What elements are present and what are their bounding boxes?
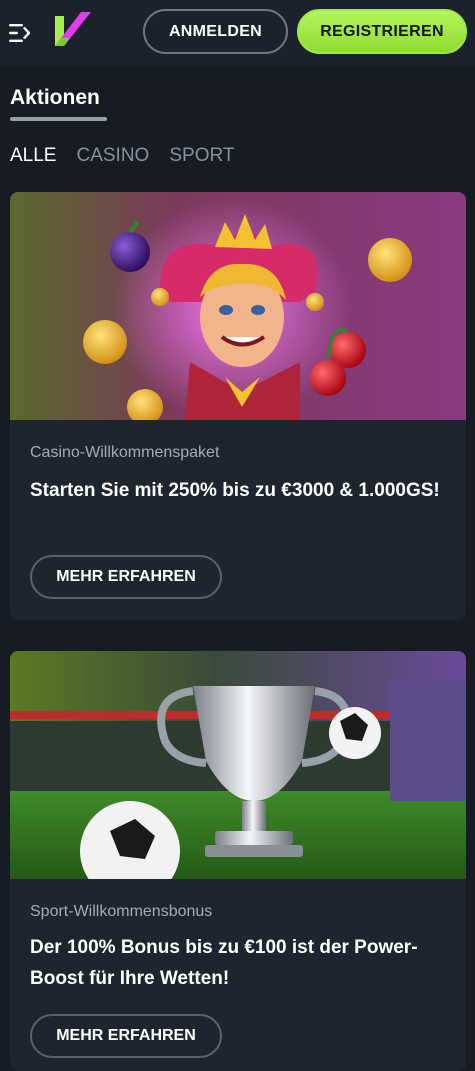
promotion-card-sport: Sport-Willkommensbonus Der 100% Bonus bi…: [10, 651, 466, 1071]
page-title: Aktionen: [10, 86, 100, 109]
brand-logo-icon[interactable]: [51, 10, 93, 52]
more-info-button[interactable]: MEHR ERFAHREN: [30, 1014, 222, 1058]
tab-alle[interactable]: ALLE: [10, 145, 56, 167]
tab-casino[interactable]: CASINO: [76, 145, 149, 167]
collapse-menu-icon[interactable]: [8, 20, 34, 46]
more-info-button[interactable]: MEHR ERFAHREN: [30, 555, 222, 599]
title-underline: [10, 117, 107, 121]
promotion-subtitle: Sport-Willkommensbonus: [30, 903, 213, 920]
promotion-headline: Der 100% Bonus bis zu €100 ist der Power…: [30, 937, 418, 989]
promotion-subtitle: Casino-Willkommenspaket: [30, 444, 220, 461]
promotion-card-casino: Casino-Willkommenspaket Starten Sie mit …: [10, 192, 466, 620]
promotion-headline: Starten Sie mit 250% bis zu €3000 & 1.00…: [30, 480, 440, 501]
joker-casino-banner: [10, 192, 466, 420]
login-button[interactable]: ANMELDEN: [143, 9, 288, 54]
register-button[interactable]: REGISTRIEREN: [297, 9, 467, 54]
promotion-filter-tabs: ALLE CASINO SPORT: [10, 145, 234, 167]
football-trophy-banner: [10, 651, 466, 879]
tab-sport[interactable]: SPORT: [169, 145, 234, 167]
top-header: ANMELDEN REGISTRIEREN: [0, 0, 475, 66]
